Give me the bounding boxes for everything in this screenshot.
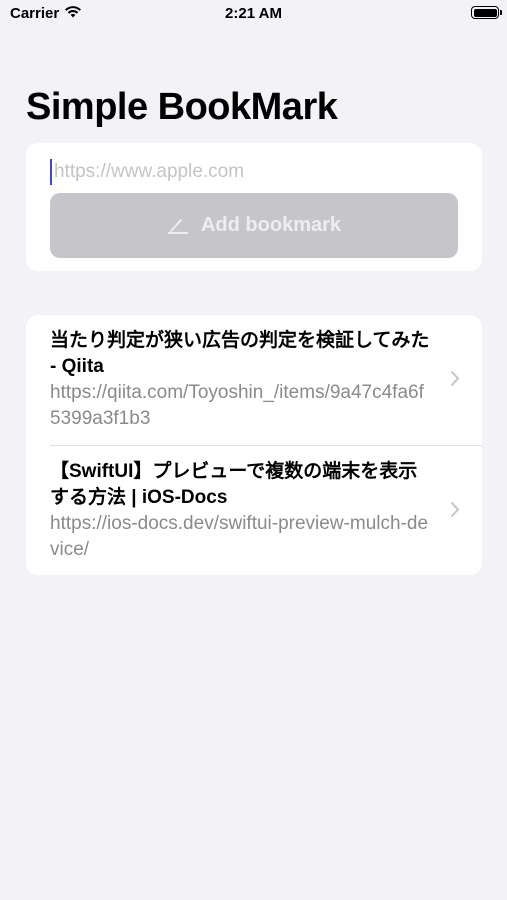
bookmark-list: 当たり判定が狭い広告の判定を検証してみた - Qiita https://qii… xyxy=(26,315,482,575)
input-card: Add bookmark xyxy=(26,143,482,271)
bookmark-title: 【SwiftUI】プレビューで複数の端末を表示する方法 | iOS-Docs xyxy=(50,461,418,508)
pencil-icon xyxy=(167,217,189,235)
url-field[interactable] xyxy=(50,157,458,187)
text-caret xyxy=(50,159,52,185)
list-item-text: 【SwiftUI】プレビューで複数の端末を表示する方法 | iOS-Docs h… xyxy=(50,459,430,563)
add-bookmark-label: Add bookmark xyxy=(200,214,342,236)
url-input[interactable] xyxy=(53,161,458,183)
list-item[interactable]: 当たり判定が狭い広告の判定を検証してみた - Qiita https://qii… xyxy=(26,315,482,446)
add-bookmark-button[interactable]: Add bookmark xyxy=(50,193,458,258)
bookmark-url: https://qiita.com/Toyoshin_/items/9a47c4… xyxy=(50,382,424,429)
status-right xyxy=(471,6,502,19)
chevron-right-icon xyxy=(450,370,460,392)
bookmark-url: https://ios-docs.dev/swiftui-preview-mul… xyxy=(50,513,429,560)
chevron-right-icon xyxy=(450,501,460,523)
list-item[interactable]: 【SwiftUI】プレビューで複数の端末を表示する方法 | iOS-Docs h… xyxy=(26,446,482,575)
battery-icon xyxy=(471,6,502,19)
page-title: Simple BookMark xyxy=(26,86,338,128)
bookmark-title: 当たり判定が狭い広告の判定を検証してみた - Qiita xyxy=(50,330,430,377)
status-time: 2:21 AM xyxy=(225,5,282,22)
status-bar: Carrier 2:21 AM xyxy=(0,0,507,30)
list-item-text: 当たり判定が狭い広告の判定を検証してみた - Qiita https://qii… xyxy=(50,328,430,432)
